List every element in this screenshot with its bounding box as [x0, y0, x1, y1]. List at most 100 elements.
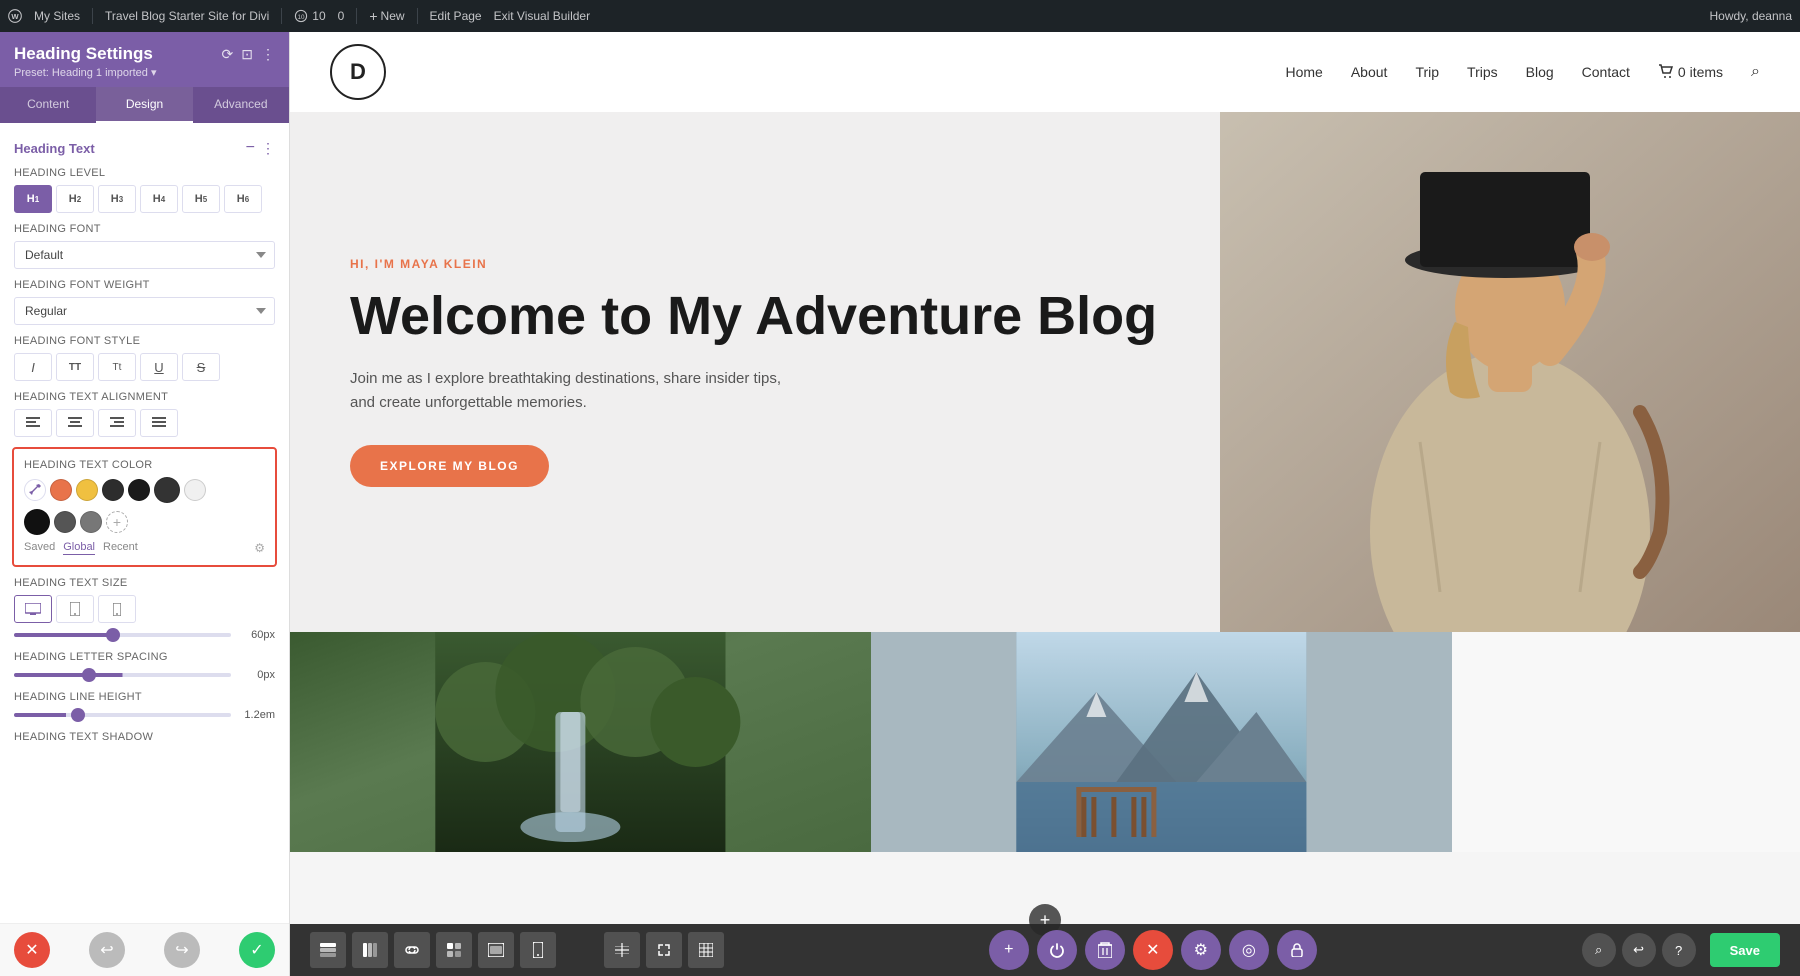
toolbar-rows-btn[interactable] — [310, 932, 346, 968]
size-desktop-icon[interactable] — [14, 595, 52, 623]
cancel-button[interactable]: ✕ — [14, 932, 50, 968]
heading-font-weight-select[interactable]: Regular — [14, 297, 275, 325]
heading-line-height-value: 1.2em — [239, 709, 275, 721]
left-panel: Heading Settings ⟳ ⊡ ⋮ Preset: Heading 1… — [0, 32, 290, 976]
style-strikethrough[interactable]: S — [182, 353, 220, 381]
toolbar-section-btn[interactable] — [478, 932, 514, 968]
right-content: D Home About Trip Trips Blog Contact 0 i… — [290, 32, 1800, 976]
tab-design[interactable]: Design — [96, 87, 192, 123]
nav-contact[interactable]: Contact — [1582, 64, 1630, 80]
color-yellow[interactable] — [76, 479, 98, 501]
color-light[interactable] — [184, 479, 206, 501]
tab-content[interactable]: Content — [0, 87, 96, 123]
color-tab-global[interactable]: Global — [63, 541, 95, 555]
color-palette-row1 — [24, 477, 265, 503]
toolbar-power-btn[interactable] — [1037, 930, 1077, 970]
color-medgray[interactable] — [80, 511, 102, 533]
color-dark1[interactable] — [102, 479, 124, 501]
heading-level-h5[interactable]: H5 — [182, 185, 220, 213]
toolbar-module-btn[interactable] — [436, 932, 472, 968]
eyedropper-btn[interactable] — [24, 479, 46, 501]
heading-level-h2[interactable]: H2 — [56, 185, 94, 213]
section-more-btn[interactable]: ⋮ — [261, 140, 275, 157]
color-orange[interactable] — [50, 479, 72, 501]
style-italic[interactable]: I — [14, 353, 52, 381]
toolbar-columns-btn[interactable] — [352, 932, 388, 968]
toolbar-search-btn[interactable]: ⌕ — [1582, 933, 1616, 967]
divider2 — [281, 8, 282, 24]
style-underline[interactable]: U — [140, 353, 178, 381]
size-mobile-icon[interactable] — [98, 595, 136, 623]
updates-link[interactable]: 10 10 — [294, 9, 325, 23]
toolbar-lock-btn[interactable] — [1277, 930, 1317, 970]
toolbar-help-btn[interactable]: ? — [1662, 933, 1696, 967]
color-dark2[interactable] — [128, 479, 150, 501]
divider3 — [356, 8, 357, 24]
site-logo: D — [330, 44, 386, 100]
panel-expand-icon[interactable]: ⊡ — [241, 46, 253, 63]
toolbar-mobile-btn[interactable] — [520, 932, 556, 968]
toolbar-link-btn[interactable] — [394, 932, 430, 968]
edit-page-link[interactable]: Edit Page — [430, 9, 482, 23]
toolbar-close-btn[interactable]: ✕ — [1133, 930, 1173, 970]
blog-name-link[interactable]: Travel Blog Starter Site for Divi — [105, 9, 269, 23]
search-icon[interactable]: ⌕ — [1751, 63, 1760, 81]
toolbar-history-btn[interactable]: ◎ — [1229, 930, 1269, 970]
align-left[interactable] — [14, 409, 52, 437]
comments-link[interactable]: 0 — [338, 9, 345, 23]
section-collapse-btn[interactable]: − — [246, 139, 255, 157]
exit-builder-link[interactable]: Exit Visual Builder — [494, 9, 591, 23]
nav-cart[interactable]: 0 items — [1658, 64, 1723, 80]
nav-trip[interactable]: Trip — [1415, 64, 1439, 80]
color-tab-recent[interactable]: Recent — [103, 541, 138, 555]
panel-preset[interactable]: Preset: Heading 1 imported ▾ — [14, 66, 275, 79]
toolbar-table-btn[interactable] — [688, 932, 724, 968]
toolbar-trash-btn[interactable] — [1085, 930, 1125, 970]
toolbar-history2-btn[interactable]: ↩ — [1622, 933, 1656, 967]
svg-text:W: W — [11, 12, 19, 21]
nav-about[interactable]: About — [1351, 64, 1388, 80]
toolbar-settings-btn[interactable]: ⚙ — [1181, 930, 1221, 970]
color-dark3[interactable] — [154, 477, 180, 503]
heading-text-size-slider[interactable] — [14, 633, 231, 637]
align-right[interactable] — [98, 409, 136, 437]
panel-sync-icon[interactable]: ⟳ — [222, 46, 234, 63]
redo-button[interactable]: ↪ — [164, 932, 200, 968]
heading-level-h4[interactable]: H4 — [140, 185, 178, 213]
nav-trips[interactable]: Trips — [1467, 64, 1498, 80]
toolbar-grid-btn[interactable] — [604, 932, 640, 968]
new-link[interactable]: New — [369, 8, 404, 24]
color-tab-saved[interactable]: Saved — [24, 541, 55, 555]
save-button[interactable]: Save — [1710, 933, 1780, 967]
toolbar-expand-btn[interactable] — [646, 932, 682, 968]
align-center[interactable] — [56, 409, 94, 437]
nav-home[interactable]: Home — [1285, 64, 1322, 80]
save-check-button[interactable]: ✓ — [239, 932, 275, 968]
heading-line-height-slider[interactable] — [14, 713, 231, 717]
heading-level-h3[interactable]: H3 — [98, 185, 136, 213]
nav-blog[interactable]: Blog — [1526, 64, 1554, 80]
toolbar-add-btn[interactable]: + — [989, 930, 1029, 970]
heading-font-select[interactable]: Default — [14, 241, 275, 269]
admin-bar: W My Sites Travel Blog Starter Site for … — [0, 0, 1800, 32]
my-sites-link[interactable]: My Sites — [34, 9, 80, 23]
color-add-btn[interactable]: + — [106, 511, 128, 533]
panel-header-top: Heading Settings ⟳ ⊡ ⋮ — [14, 44, 275, 64]
heading-level-h6[interactable]: H6 — [224, 185, 262, 213]
undo-button[interactable]: ↩ — [89, 932, 125, 968]
color-settings-icon[interactable]: ⚙ — [254, 541, 265, 555]
color-darkgray[interactable] — [54, 511, 76, 533]
panel-menu-icon[interactable]: ⋮ — [261, 46, 275, 63]
heading-letter-spacing-slider[interactable] — [14, 673, 231, 677]
heading-level-h1[interactable]: H1 — [14, 185, 52, 213]
site-main: HI, I'M MAYA KLEIN Welcome to My Adventu… — [290, 112, 1800, 976]
section-title: Heading Text — [14, 141, 95, 156]
size-tablet-icon[interactable] — [56, 595, 94, 623]
style-capitalize[interactable]: Tt — [98, 353, 136, 381]
color-black1[interactable] — [24, 509, 50, 535]
hero-cta-button[interactable]: EXPLORE MY BLOG — [350, 445, 549, 487]
tab-advanced[interactable]: Advanced — [193, 87, 289, 123]
align-justify[interactable] — [140, 409, 178, 437]
style-uppercase[interactable]: TT — [56, 353, 94, 381]
wp-logo[interactable]: W — [8, 9, 22, 23]
